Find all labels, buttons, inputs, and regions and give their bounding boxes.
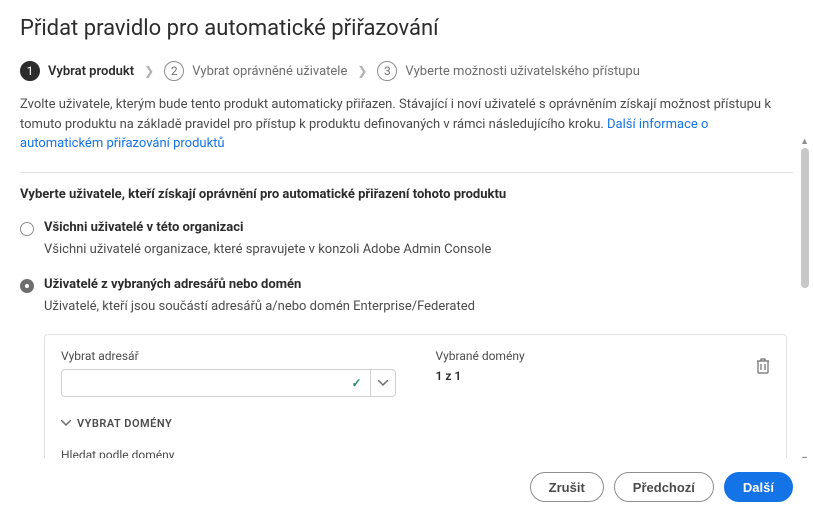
directory-field-label: Vybrat adresář (61, 349, 396, 363)
step-label: Vybrat oprávněné uživatele (192, 64, 347, 79)
scrollbar-up-arrow[interactable]: ▲ (800, 136, 809, 147)
radio-selected-sub: Uživatelé, kteří jsou součástí adresářů … (44, 299, 793, 314)
next-button[interactable]: Další (724, 472, 793, 502)
delete-button[interactable] (756, 358, 770, 374)
step-label: Vybrat produkt (48, 64, 134, 79)
step-3[interactable]: 3 Vyberte možnosti uživatelského přístup… (377, 61, 640, 81)
cancel-button[interactable]: Zrušit (530, 472, 604, 502)
previous-button[interactable]: Předchozí (614, 472, 714, 502)
directory-dropdown-button[interactable] (370, 369, 396, 397)
expand-domains[interactable]: VYBRAT DOMÉNY (61, 417, 770, 430)
radio-all-sub: Všichni uživatelé organizace, které spra… (44, 242, 793, 257)
description: Zvolte uživatele, kterým bude tento prod… (20, 95, 793, 154)
step-label: Vyberte možnosti uživatelského přístupu (405, 64, 640, 79)
chevron-down-icon (61, 420, 71, 426)
expand-label: VYBRAT DOMÉNY (77, 417, 172, 430)
domains-label: Vybrané domény (436, 349, 525, 363)
radio-all-users[interactable]: Všichni uživatelé v této organizaci (20, 220, 793, 236)
footer: Zrušit Předchozí Další (0, 458, 813, 516)
radio-icon (20, 279, 34, 293)
directory-input[interactable]: ✓ (61, 369, 370, 397)
stepper: 1 Vybrat produkt ❯ 2 Vybrat oprávněné už… (20, 61, 793, 81)
step-circle: 2 (164, 61, 184, 81)
step-2[interactable]: 2 Vybrat oprávněné uživatele (164, 61, 347, 81)
scrollbar-thumb[interactable] (801, 148, 809, 288)
step-1[interactable]: 1 Vybrat produkt (20, 61, 134, 81)
radio-label: Všichni uživatelé v této organizaci (44, 220, 243, 235)
step-circle: 3 (377, 61, 397, 81)
page-title: Přidat pravidlo pro automatické přiřazov… (20, 16, 793, 41)
radio-icon (20, 222, 34, 236)
directory-combobox[interactable]: ✓ (61, 369, 396, 397)
radio-selected-dirs[interactable]: Uživatelé z vybraných adresářů nebo domé… (20, 277, 793, 293)
radio-label: Uživatelé z vybraných adresářů nebo domé… (44, 277, 301, 292)
section-heading: Vyberte uživatele, kteří získají oprávně… (20, 187, 793, 202)
chevron-right-icon: ❯ (357, 64, 367, 78)
domains-count: 1 z 1 (436, 369, 525, 383)
chevron-right-icon: ❯ (144, 64, 154, 78)
step-circle: 1 (20, 61, 40, 81)
check-icon: ✓ (351, 376, 361, 390)
chevron-down-icon (378, 380, 388, 386)
trash-icon (756, 358, 770, 374)
